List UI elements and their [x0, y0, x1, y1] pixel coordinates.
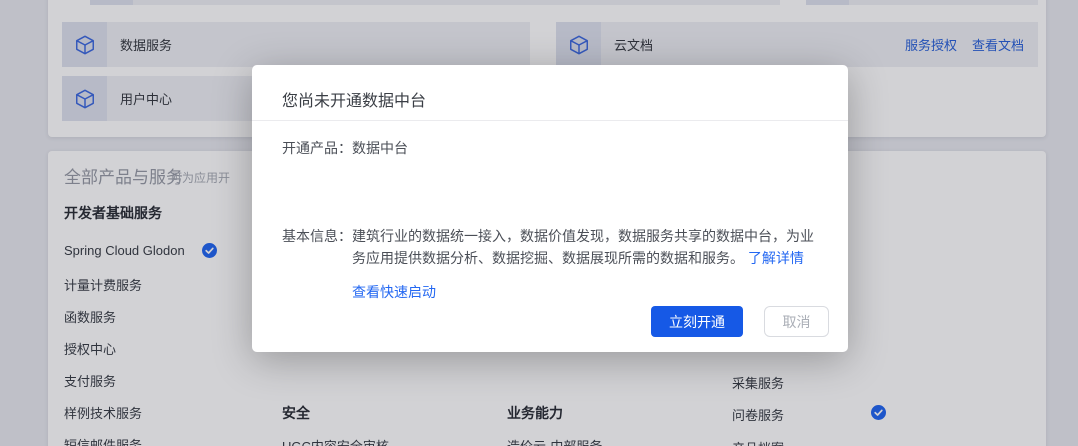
product-field-value: 数据中台 [352, 137, 820, 159]
dialog-divider [252, 120, 848, 121]
learn-more-link[interactable]: 了解详情 [748, 250, 804, 266]
activate-data-platform-dialog: 您尚未开通数据中台 开通产品： 数据中台 基本信息： 建筑行业的数据统一接入，数… [252, 65, 848, 352]
cancel-button[interactable]: 取消 [764, 306, 829, 337]
product-field: 开通产品： 数据中台 [282, 137, 820, 159]
dialog-footer: 立刻开通 取消 [651, 306, 829, 337]
console-dashboard: 数据服务 用户中心 云文档 服务授权 查看文档 全部产品与服务 可为应用开 开发… [0, 0, 1078, 446]
info-field: 基本信息： 建筑行业的数据统一接入，数据价值发现，数据服务共享的数据中台，为业务… [282, 225, 820, 269]
info-field-value: 建筑行业的数据统一接入，数据价值发现，数据服务共享的数据中台，为业务应用提供数据… [352, 225, 820, 269]
info-text: 建筑行业的数据统一接入，数据价值发现，数据服务共享的数据中台，为业务应用提供数据… [352, 228, 814, 266]
activate-now-button[interactable]: 立刻开通 [651, 306, 743, 337]
quickstart-link[interactable]: 查看快速启动 [352, 282, 436, 302]
info-field-label: 基本信息： [282, 225, 352, 269]
product-field-label: 开通产品： [282, 137, 352, 159]
dialog-title: 您尚未开通数据中台 [282, 87, 426, 111]
